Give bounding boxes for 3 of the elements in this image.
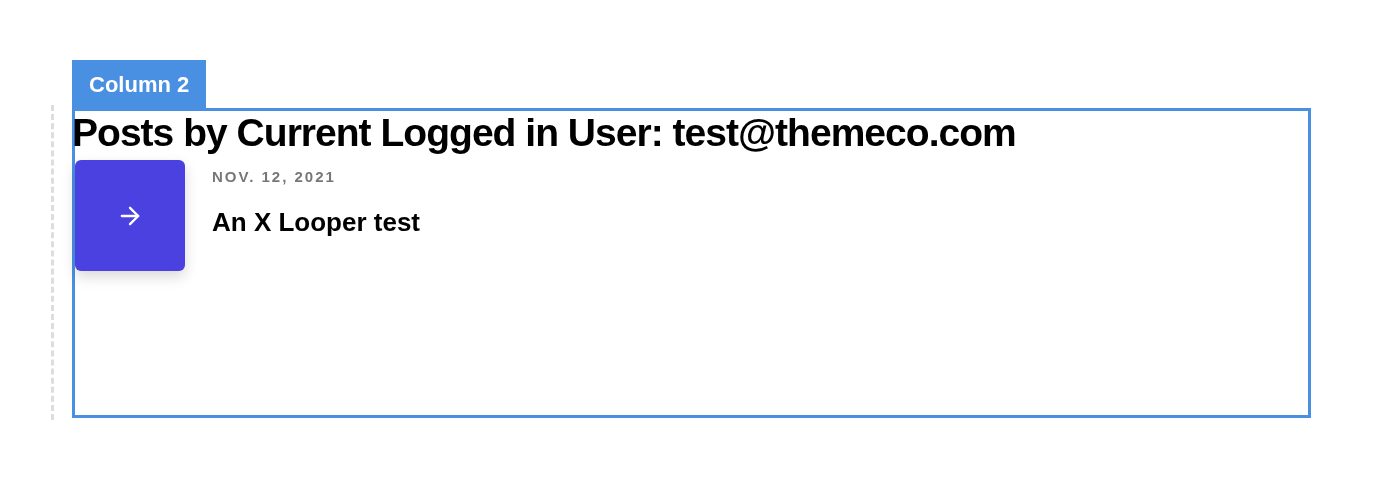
- arrow-button[interactable]: [75, 160, 185, 271]
- post-date: NOV. 12, 2021: [212, 167, 337, 187]
- post-title[interactable]: An X Looper test: [212, 202, 420, 242]
